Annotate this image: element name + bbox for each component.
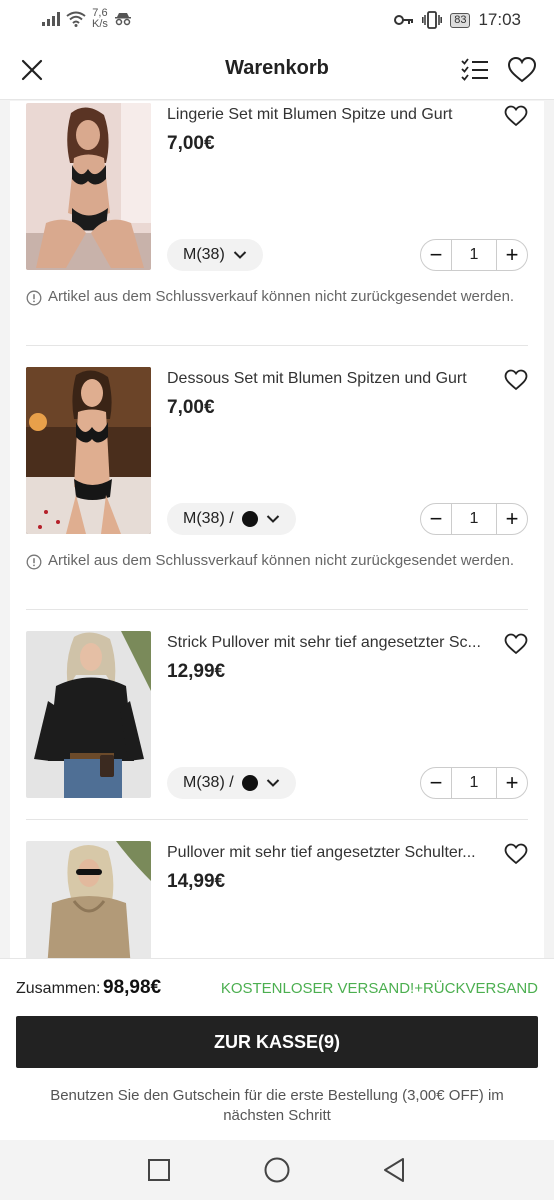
quantity-value[interactable]: 1 bbox=[451, 504, 497, 534]
signal-icon bbox=[42, 12, 60, 26]
decrease-quantity-button[interactable]: − bbox=[421, 504, 451, 534]
product-name[interactable]: Strick Pullover mit sehr tief angesetzte… bbox=[167, 634, 481, 652]
variant-label: M(38) / bbox=[183, 510, 234, 527]
return-notice: Artikel aus dem Schlussverkauf können ni… bbox=[26, 551, 526, 570]
total-value: 98,98€ bbox=[103, 977, 162, 998]
divider bbox=[26, 345, 528, 346]
favorite-heart-icon[interactable] bbox=[504, 633, 528, 655]
chevron-down-icon bbox=[233, 251, 246, 259]
return-notice-text: Artikel aus dem Schlussverkauf können ni… bbox=[48, 552, 515, 569]
divider bbox=[26, 819, 528, 820]
recent-apps-icon[interactable] bbox=[144, 1155, 174, 1185]
decrease-quantity-button[interactable]: − bbox=[421, 240, 451, 270]
wishlist-heart-icon[interactable] bbox=[507, 56, 537, 84]
info-icon bbox=[26, 290, 42, 306]
total-label: Zusammen: bbox=[16, 980, 101, 997]
decrease-quantity-button[interactable]: − bbox=[421, 768, 451, 798]
home-icon[interactable] bbox=[262, 1155, 292, 1185]
product-image[interactable] bbox=[26, 631, 151, 798]
increase-quantity-button[interactable]: + bbox=[497, 768, 527, 798]
app-header: Warenkorb bbox=[0, 40, 554, 100]
coupon-hint: Benutzen Sie den Gutschein für die erste… bbox=[50, 1087, 504, 1124]
divider bbox=[26, 609, 528, 610]
chevron-down-icon bbox=[266, 779, 279, 787]
product-price: 12,99€ bbox=[167, 661, 226, 682]
quantity-stepper[interactable]: − 1 + bbox=[420, 767, 528, 799]
variant-label: M(38) bbox=[183, 246, 225, 263]
checkout-button[interactable]: ZUR KASSE(9) bbox=[16, 1016, 538, 1068]
variant-selector[interactable]: M(38) / bbox=[167, 767, 296, 799]
quantity-value[interactable]: 1 bbox=[451, 240, 497, 270]
quantity-stepper[interactable]: − 1 + bbox=[420, 503, 528, 535]
system-nav-bar bbox=[0, 1140, 554, 1200]
quantity-stepper[interactable]: − 1 + bbox=[420, 239, 528, 271]
variant-selector[interactable]: M(38) / bbox=[167, 503, 296, 535]
product-price: 7,00€ bbox=[167, 133, 215, 154]
chevron-down-icon bbox=[266, 515, 279, 523]
return-notice-text: Artikel aus dem Schlussverkauf können ni… bbox=[48, 288, 515, 305]
product-price: 14,99€ bbox=[167, 871, 226, 892]
product-name[interactable]: Lingerie Set mit Blumen Spitze und Gurt bbox=[167, 106, 452, 124]
product-price: 7,00€ bbox=[167, 397, 215, 418]
color-swatch bbox=[241, 775, 258, 791]
return-notice: Artikel aus dem Schlussverkauf können ni… bbox=[26, 287, 526, 306]
battery-indicator: 83 bbox=[450, 12, 471, 28]
quantity-value[interactable]: 1 bbox=[451, 768, 497, 798]
product-name[interactable]: Dessous Set mit Blumen Spitzen und Gurt bbox=[167, 370, 467, 388]
product-image[interactable] bbox=[26, 103, 151, 270]
color-swatch bbox=[241, 511, 258, 527]
free-shipping-banner: KOSTENLOSER VERSAND!+RÜCKVERSAND bbox=[220, 980, 538, 997]
product-image[interactable] bbox=[26, 367, 151, 534]
wifi-icon bbox=[66, 11, 86, 27]
variant-label: M(38) / bbox=[183, 774, 234, 791]
network-speed-unit: K/s bbox=[92, 18, 108, 30]
favorite-heart-icon[interactable] bbox=[504, 843, 528, 865]
key-icon bbox=[394, 15, 414, 25]
network-speed: 7,6 K/s bbox=[92, 8, 108, 30]
incognito-icon bbox=[114, 13, 131, 26]
increase-quantity-button[interactable]: + bbox=[497, 504, 527, 534]
status-bar: 7,6 K/s 83 17:03 bbox=[0, 0, 554, 40]
checklist-icon[interactable] bbox=[460, 56, 490, 84]
variant-selector[interactable]: M(38) bbox=[167, 239, 263, 271]
favorite-heart-icon[interactable] bbox=[504, 105, 528, 127]
back-icon[interactable] bbox=[380, 1155, 410, 1185]
favorite-heart-icon[interactable] bbox=[504, 369, 528, 391]
cart-list: Lingerie Set mit Blumen Spitze und Gurt … bbox=[10, 101, 544, 958]
vibrate-icon bbox=[422, 11, 443, 29]
product-image[interactable] bbox=[26, 841, 151, 958]
info-icon bbox=[26, 554, 42, 570]
product-name[interactable]: Pullover mit sehr tief angesetzter Schul… bbox=[167, 844, 476, 862]
checkout-footer: Zusammen: 98,98€ KOSTENLOSER VERSAND!+RÜ… bbox=[0, 958, 554, 1140]
increase-quantity-button[interactable]: + bbox=[497, 240, 527, 270]
clock: 17:03 bbox=[478, 10, 521, 29]
